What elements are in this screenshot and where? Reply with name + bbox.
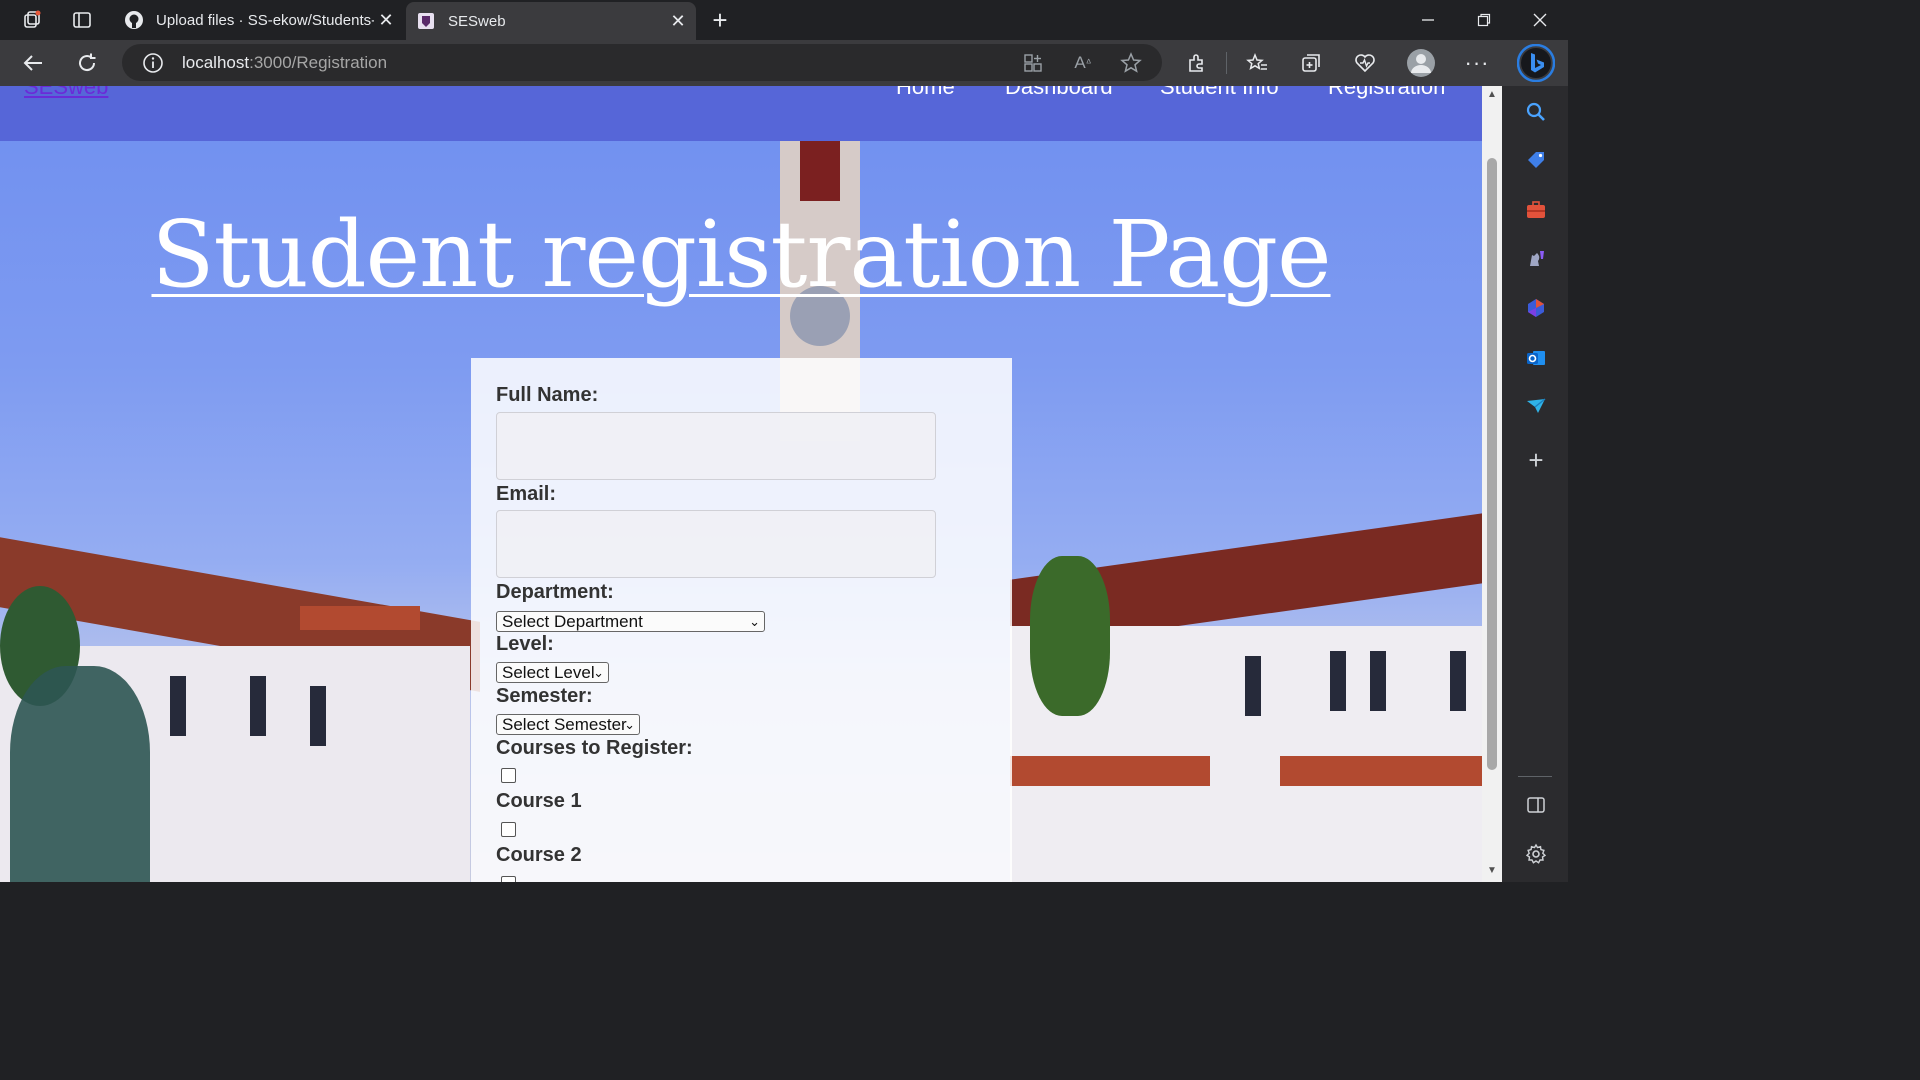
back-icon[interactable] <box>16 47 50 79</box>
semester-label: Semester: <box>496 685 593 707</box>
chevron-down-icon: ⌄ <box>749 614 760 629</box>
more-options-icon[interactable]: ··· <box>1460 47 1494 79</box>
nav-link-dashboard[interactable]: Dashboard <box>1005 86 1113 100</box>
extensions-icon[interactable] <box>1180 47 1214 79</box>
toolbar-divider <box>1226 52 1227 74</box>
email-label: Email: <box>496 483 557 505</box>
page-viewport: SESweb Home Dashboard Student Info Regis… <box>0 86 1482 882</box>
window-image <box>310 686 326 746</box>
window-image <box>1330 651 1346 711</box>
github-icon <box>124 10 144 30</box>
window-image <box>1450 651 1466 711</box>
sidebar-divider <box>1518 776 1552 777</box>
tab-title: SESweb <box>448 12 506 30</box>
lower-roof-image <box>1280 756 1482 786</box>
copilot-bing-icon[interactable] <box>1516 43 1556 83</box>
favorites-icon[interactable] <box>1240 47 1274 79</box>
nav-link-home[interactable]: Home <box>896 86 955 100</box>
browser-tab-bar: Upload files · SS-ekow/Students- ✕ SESwe… <box>0 0 1568 40</box>
chevron-down-icon: ⌄ <box>624 717 635 732</box>
read-aloud-icon[interactable]: Aᐞ <box>1070 50 1096 76</box>
tree-image <box>1030 556 1110 716</box>
page-scrollbar[interactable]: ▲ ▼ <box>1482 86 1502 882</box>
window-image <box>1370 651 1386 711</box>
course-2-checkbox[interactable] <box>501 822 516 837</box>
add-sidebar-app-icon[interactable]: + <box>1522 445 1550 475</box>
collections-icon[interactable] <box>1294 47 1328 79</box>
window-image <box>1245 656 1261 716</box>
url-host: localhost <box>182 53 250 72</box>
tab-upload-files[interactable]: Upload files · SS-ekow/Students- ✕ <box>114 0 404 40</box>
tab-title: Upload files · SS-ekow/Students- <box>156 11 374 29</box>
brand-link[interactable]: SESweb <box>24 86 108 100</box>
small-roof-image <box>300 606 420 630</box>
address-url[interactable]: localhost:3000/Registration <box>182 53 387 73</box>
games-chess-icon[interactable] <box>1522 244 1550 272</box>
tab-sesweb[interactable]: SESweb ✕ <box>406 2 696 40</box>
outlook-icon[interactable] <box>1522 344 1550 372</box>
department-label: Department: <box>496 581 614 603</box>
page-title: Student registration Page <box>151 201 1331 308</box>
close-icon[interactable]: ✕ <box>374 10 398 31</box>
window-image <box>170 676 186 736</box>
semester-select[interactable]: Select Semester ⌄ <box>496 714 640 735</box>
courses-label: Courses to Register: <box>496 737 693 759</box>
drop-send-icon[interactable] <box>1522 392 1550 420</box>
favorite-star-icon[interactable] <box>1118 50 1144 76</box>
tower-roof-image <box>800 141 840 201</box>
shopping-tag-icon[interactable] <box>1522 146 1550 174</box>
new-tab-icon[interactable]: + <box>704 4 736 36</box>
window-image <box>250 676 266 736</box>
url-path: :3000/Registration <box>249 53 388 72</box>
scroll-down-icon[interactable]: ▼ <box>1486 866 1498 876</box>
level-label: Level: <box>496 633 554 655</box>
course-1-label: Course 1 <box>496 790 582 812</box>
browser-essentials-icon[interactable] <box>1348 47 1382 79</box>
edge-sidebar: + <box>1502 86 1568 882</box>
refresh-icon[interactable] <box>70 47 104 79</box>
registration-form: Full Name: Email: Department: Select Dep… <box>471 358 1012 882</box>
department-selected-value: Select Department <box>502 612 643 631</box>
full-name-label: Full Name: <box>496 384 599 406</box>
site-favicon-icon <box>416 11 436 31</box>
nav-link-registration[interactable]: Registration <box>1328 86 1445 100</box>
hide-sidebar-icon[interactable] <box>1522 791 1550 819</box>
site-info-icon[interactable] <box>142 52 164 79</box>
window-close-icon[interactable] <box>1512 0 1568 40</box>
minimize-icon[interactable] <box>1400 0 1456 40</box>
lower-roof-image <box>1010 756 1210 786</box>
level-selected-value: Select Level <box>502 663 595 682</box>
department-select[interactable]: Select Department ⌄ <box>496 611 765 632</box>
level-select[interactable]: Select Level ⌄ <box>496 662 609 683</box>
course-3-checkbox[interactable] <box>501 876 516 882</box>
tools-briefcase-icon[interactable] <box>1522 196 1550 224</box>
restore-icon[interactable] <box>1456 0 1512 40</box>
tab-actions-icon[interactable] <box>66 4 98 36</box>
settings-gear-icon[interactable] <box>1522 840 1550 868</box>
search-icon[interactable] <box>1522 98 1550 126</box>
browser-toolbar: localhost:3000/Registration Aᐞ ··· <box>0 40 1568 86</box>
site-navbar: SESweb Home Dashboard Student Info Regis… <box>0 86 1482 141</box>
full-name-input[interactable] <box>496 412 936 480</box>
email-input[interactable] <box>496 510 936 578</box>
nav-link-student-info[interactable]: Student Info <box>1160 86 1279 100</box>
address-bar[interactable]: localhost:3000/Registration Aᐞ <box>122 44 1162 81</box>
statue-image <box>10 666 150 882</box>
course-2-label: Course 2 <box>496 844 582 866</box>
semester-selected-value: Select Semester <box>502 715 627 734</box>
profile-avatar-icon[interactable] <box>1404 47 1438 79</box>
scrollbar-thumb[interactable] <box>1487 158 1497 770</box>
course-1-checkbox[interactable] <box>501 768 516 783</box>
scroll-up-icon[interactable]: ▲ <box>1486 90 1498 100</box>
app-available-icon[interactable] <box>1020 50 1046 76</box>
microsoft-365-icon[interactable] <box>1522 294 1550 322</box>
workspaces-icon[interactable] <box>16 4 48 36</box>
chevron-down-icon: ⌄ <box>593 665 604 680</box>
close-icon[interactable]: ✕ <box>666 11 690 32</box>
